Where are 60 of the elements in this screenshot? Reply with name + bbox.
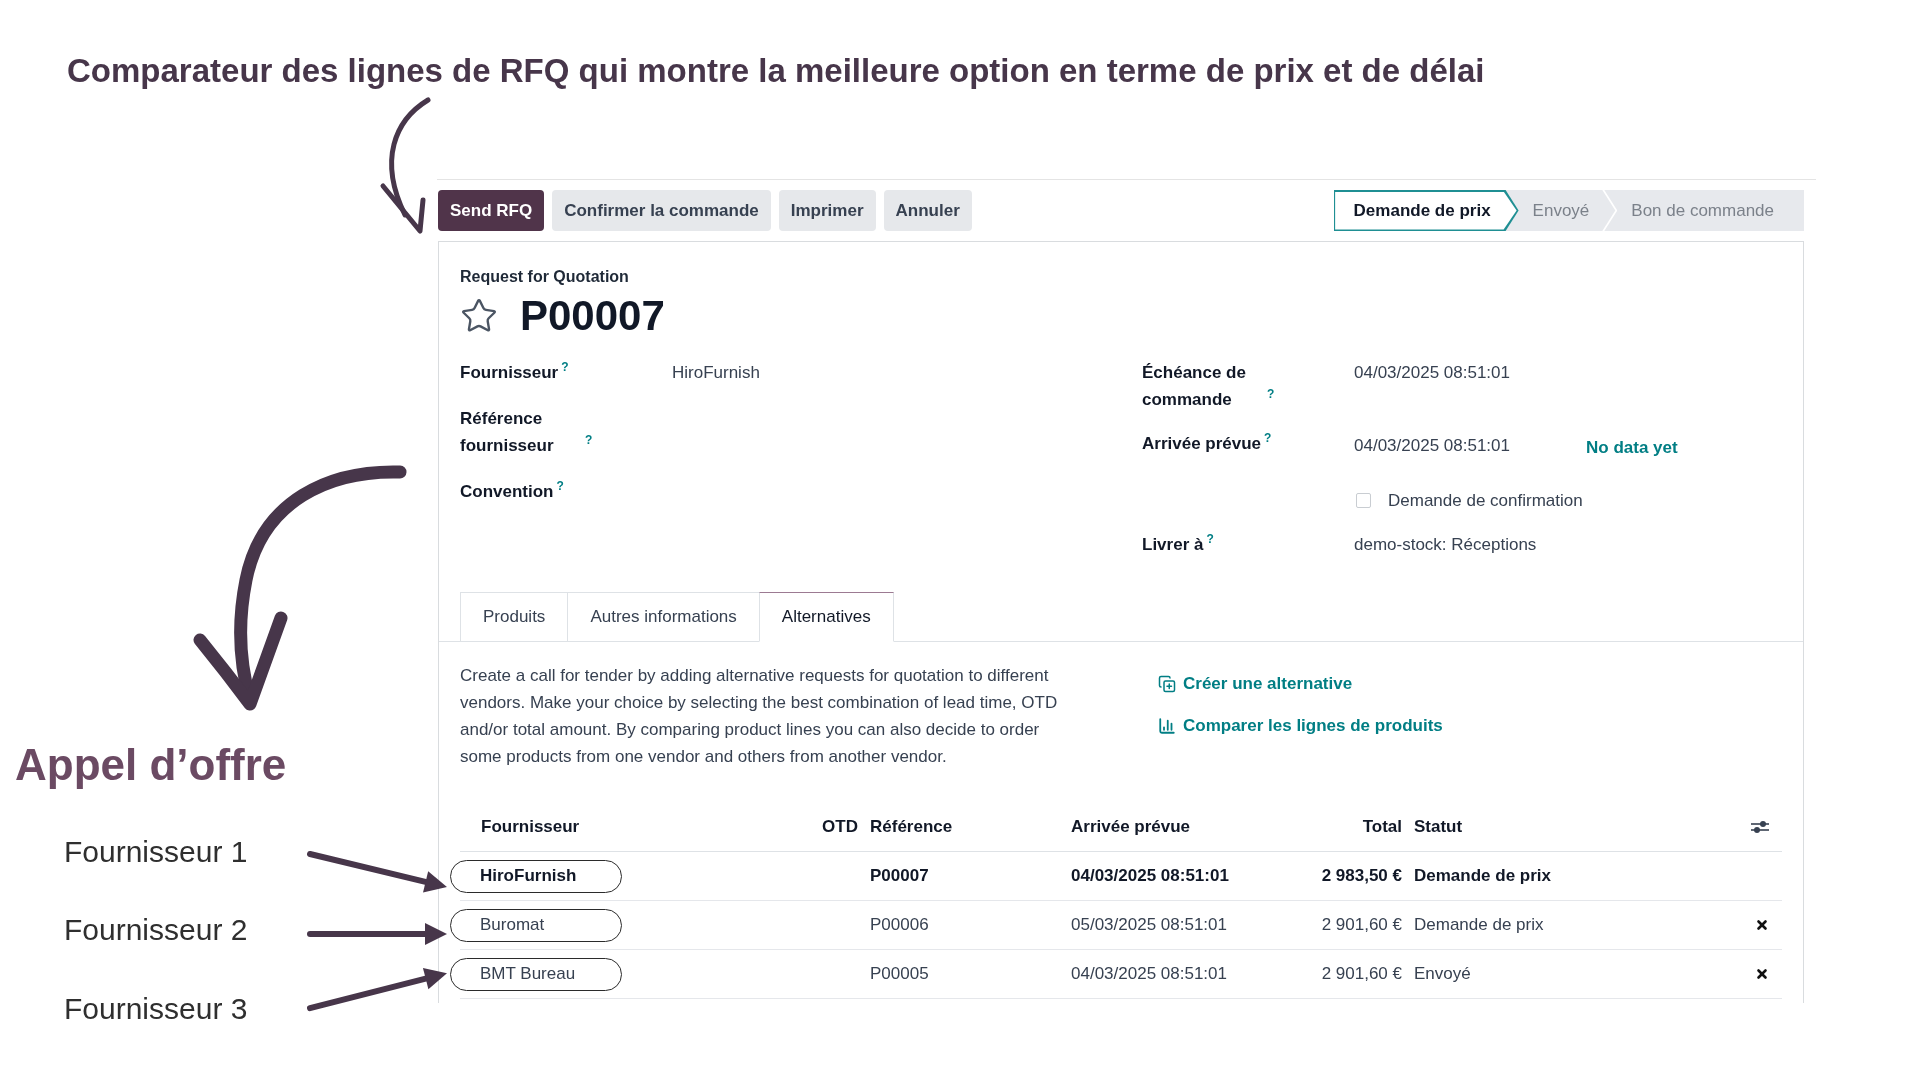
action-button[interactable]: Annuler <box>883 190 972 231</box>
field-label: Échéance de commande <box>1142 362 1247 411</box>
help-mark: ? <box>556 478 564 494</box>
x-mark-icon[interactable] <box>1755 967 1769 981</box>
record-type: Request for Quotation <box>460 267 629 287</box>
action-button[interactable]: Imprimer <box>778 190 876 231</box>
tab[interactable]: Alternatives <box>758 592 894 642</box>
table-cell-text: Envoyé <box>1413 964 1472 984</box>
table-cell-text: Demande de prix <box>1413 915 1545 935</box>
table-cell-text: P00005 <box>869 964 930 984</box>
field-value: 04/03/2025 08:51:01 <box>1354 362 1510 384</box>
field-label: Convention <box>460 481 554 503</box>
callout-label: Fournisseur 3 <box>64 991 248 1027</box>
field-value: HiroFurnish <box>672 362 760 384</box>
column-header[interactable]: Arrivée prévue <box>1065 817 1301 837</box>
tab[interactable]: Produits <box>460 592 569 642</box>
action-link[interactable]: Comparer les lignes de produits <box>1158 712 1443 739</box>
callout-label: Fournisseur 2 <box>64 912 248 948</box>
description-text: Create a call for tender by adding alternative requests for quotation to different vendors. Make your choice by selecting the best combination of lead time, OTD and/or total amount. By comparing product lines you can also decide to order some products from one vendor and others from another vendor. <box>460 665 1059 768</box>
sliders-icon[interactable] <box>1751 820 1769 834</box>
column-header[interactable]: Référence <box>864 817 1065 837</box>
table-cell-text: Demande de prix <box>1413 866 1552 886</box>
column-header[interactable]: OTD <box>811 817 864 837</box>
field-label: Arrivée prévue <box>1142 433 1262 455</box>
table-cell-text: 2 983,50 € <box>1320 866 1403 886</box>
table-cell-text: 2 901,60 € <box>1320 915 1403 935</box>
table-cell-text: 04/03/2025 08:51:01 <box>1070 964 1228 984</box>
help-mark: ? <box>1206 531 1214 547</box>
help-mark: ? <box>585 432 593 448</box>
action-button[interactable]: Confirmer la commande <box>552 190 771 231</box>
status-note: No data yet <box>1586 437 1678 459</box>
x-mark-icon[interactable] <box>1755 918 1769 932</box>
table-cell-text: 04/03/2025 08:51:01 <box>1070 866 1230 886</box>
action-link[interactable]: Créer une alternative <box>1158 670 1353 697</box>
help-mark: ? <box>1264 430 1272 446</box>
column-header[interactable]: Total <box>1301 817 1408 837</box>
checkbox-label: Demande de confirmation <box>1388 490 1583 512</box>
checkbox[interactable] <box>1356 493 1371 508</box>
table-cell-text: P00006 <box>869 915 930 935</box>
field-label: Référence fournisseur <box>460 408 555 457</box>
table-cell-text: 05/03/2025 08:51:01 <box>1070 915 1228 935</box>
help-mark: ? <box>1267 386 1275 402</box>
field-value: demo-stock: Réceptions <box>1354 534 1537 556</box>
column-header[interactable]: Fournisseur <box>460 817 811 837</box>
column-header[interactable]: Statut <box>1408 817 1721 837</box>
help-mark: ? <box>561 359 569 375</box>
callout-label: Fournisseur 1 <box>64 834 248 870</box>
table-cell-text: 2 901,60 € <box>1320 964 1403 984</box>
callout-title: Appel d’offre <box>15 739 287 791</box>
field-label: Fournisseur <box>460 362 559 384</box>
headline: Comparateur des lignes de RFQ qui montre la meilleure option en terme de prix et de délai <box>67 51 1485 91</box>
record-title: P00007 <box>520 292 665 340</box>
field-value: 04/03/2025 08:51:01 <box>1354 435 1510 457</box>
bar-chart-icon <box>1158 716 1176 735</box>
star-icon[interactable] <box>460 297 498 335</box>
field-label: Livrer à <box>1142 534 1204 556</box>
action-button[interactable]: Send RFQ <box>438 190 545 231</box>
copy-icon <box>1158 674 1176 693</box>
table-cell-text: P00007 <box>869 866 930 886</box>
status-step[interactable]: Demande de prix <box>1333 190 1519 231</box>
